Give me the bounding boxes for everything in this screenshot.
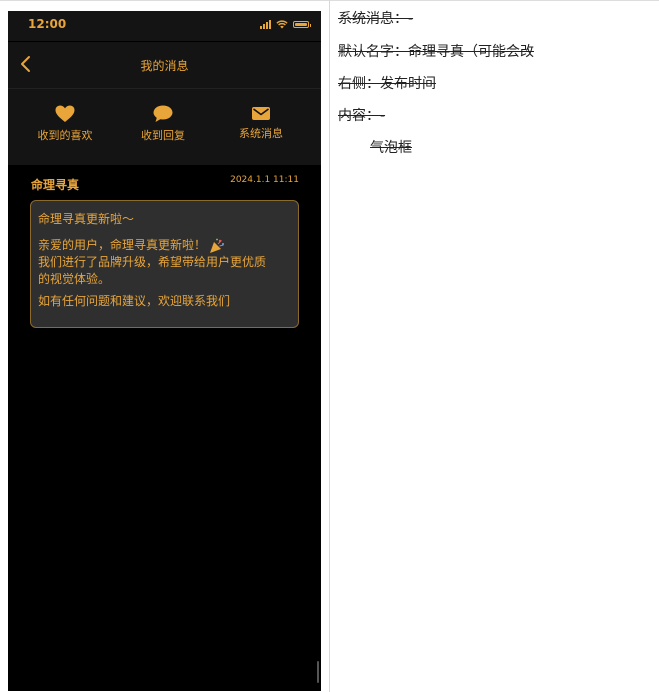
status-time: 12:00 — [28, 17, 67, 31]
page-title: 我的消息 — [140, 59, 189, 73]
message-title: 命理寻真更新啦～ — [38, 212, 135, 226]
message-line: 亲爱的用户，命理寻真更新啦！ — [38, 237, 291, 254]
note-line: 内容：- — [338, 108, 386, 124]
wifi-icon — [276, 20, 288, 29]
note-line: 系统消息：- — [338, 11, 414, 27]
signal-icon — [260, 20, 271, 29]
panel-divider — [329, 0, 330, 692]
speech-bubble-icon — [153, 105, 173, 122]
nav-bar: 我的消息 — [8, 42, 321, 89]
scrollbar[interactable] — [317, 661, 319, 683]
battery-icon — [293, 21, 311, 28]
tab-label: 系统消息 — [239, 127, 283, 140]
tab-received-replies[interactable]: 收到回复 — [118, 105, 208, 143]
message-tabs: 收到的喜欢 收到回复 系统消息 — [8, 89, 321, 165]
message-time: 2024.1.1 11:11 — [230, 175, 299, 185]
status-bar: 12:00 — [8, 11, 321, 41]
note-line: 气泡框 — [370, 140, 412, 156]
tab-label: 收到的喜欢 — [37, 129, 93, 142]
message-line-text: 亲爱的用户，命理寻真更新啦！ — [38, 238, 207, 252]
tab-received-likes[interactable]: 收到的喜欢 — [20, 105, 110, 143]
heart-icon — [55, 105, 75, 122]
message-bubble[interactable]: 命理寻真更新啦～ 亲爱的用户，命理寻真更新啦！ 我们进行了品牌升级，希望带给用户… — [30, 200, 299, 328]
note-line: 右侧：发布时间 — [338, 76, 436, 92]
tab-system-messages[interactable]: 系统消息 — [216, 105, 306, 141]
party-popper-icon — [210, 238, 225, 253]
note-line: 默认名字：命理寻真（可能会改 — [338, 44, 534, 60]
message-line: 我们进行了品牌升级，希望带给用户更优质 — [38, 255, 267, 269]
tab-label: 收到回复 — [141, 129, 185, 142]
message-line: 的视觉体验。 — [38, 272, 111, 286]
status-icons — [260, 20, 311, 29]
message-sender: 命理寻真 — [31, 178, 80, 192]
envelope-icon — [252, 107, 270, 120]
message-line: 如有任何问题和建议，欢迎联系我们 — [38, 294, 231, 308]
phone-screen: 12:00 我的消息 收到的喜欢 收到回复 系统消息 命理寻真 2024.1.1… — [8, 11, 321, 691]
